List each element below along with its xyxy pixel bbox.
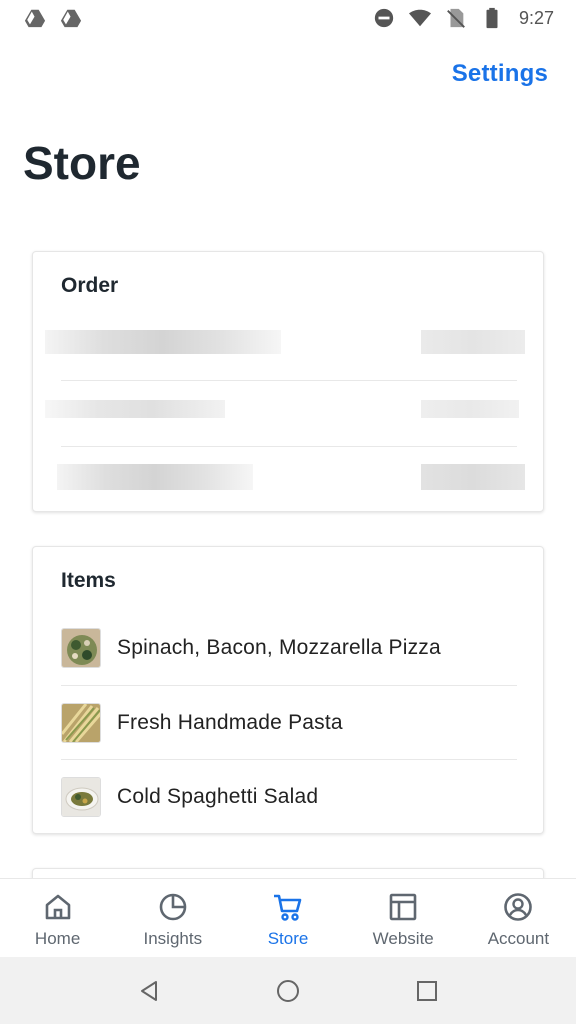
item-name: Fresh Handmade Pasta <box>117 711 343 734</box>
pasta-thumbnail <box>61 703 101 743</box>
nav-label: Home <box>34 929 81 948</box>
system-navigation-bar <box>0 957 576 1024</box>
home-circle-icon[interactable] <box>276 979 300 1003</box>
status-bar: 9:27 <box>0 0 576 36</box>
nav-account[interactable]: Account <box>461 879 576 957</box>
home-icon <box>45 894 70 920</box>
row-divider <box>61 380 517 381</box>
bottom-navigation: Home Insights Store Website Account <box>0 878 576 957</box>
list-item[interactable]: Fresh Handmade Pasta <box>61 686 517 760</box>
nav-label: Store <box>267 929 309 948</box>
list-item[interactable]: Cold Spaghetti Salad <box>61 760 517 834</box>
status-time: 9:27 <box>518 7 554 28</box>
battery-icon <box>486 7 498 29</box>
items-card: Items Spinach, Bacon, Mozzarella Pizza F… <box>32 546 544 834</box>
account-icon <box>504 893 533 921</box>
nav-home[interactable]: Home <box>0 879 115 957</box>
nav-store[interactable]: Store <box>230 879 345 957</box>
recents-icon[interactable] <box>415 979 439 1003</box>
pie-chart-icon <box>159 893 187 921</box>
settings-link[interactable]: Settings <box>452 60 548 88</box>
items-card-title: Items <box>61 569 116 592</box>
nav-label: Insights <box>143 929 203 948</box>
back-icon[interactable] <box>137 979 161 1003</box>
nav-website[interactable]: Website <box>346 879 461 957</box>
order-card-title: Order <box>61 274 119 297</box>
wifi-icon <box>408 9 431 27</box>
nav-insights[interactable]: Insights <box>115 879 230 957</box>
list-item[interactable]: Spinach, Bacon, Mozzarella Pizza <box>61 611 517 685</box>
item-name: Spinach, Bacon, Mozzarella Pizza <box>117 636 441 659</box>
cart-icon <box>274 894 302 921</box>
do-not-disturb-icon <box>374 8 394 28</box>
pizza-thumbnail <box>61 628 101 668</box>
item-name: Cold Spaghetti Salad <box>117 785 319 808</box>
no-sim-icon <box>447 8 465 28</box>
nav-label: Website <box>372 929 434 948</box>
nav-label: Account <box>487 929 550 948</box>
row-divider <box>61 446 517 447</box>
page-title: Store <box>23 137 141 189</box>
order-row-skeleton <box>57 448 525 508</box>
order-row-skeleton <box>45 312 525 372</box>
drive-icon <box>24 9 46 28</box>
website-icon <box>389 893 417 921</box>
drive-icon <box>60 9 82 28</box>
order-row-skeleton <box>45 382 519 442</box>
order-card[interactable]: Order <box>32 251 544 512</box>
salad-thumbnail <box>61 777 101 817</box>
